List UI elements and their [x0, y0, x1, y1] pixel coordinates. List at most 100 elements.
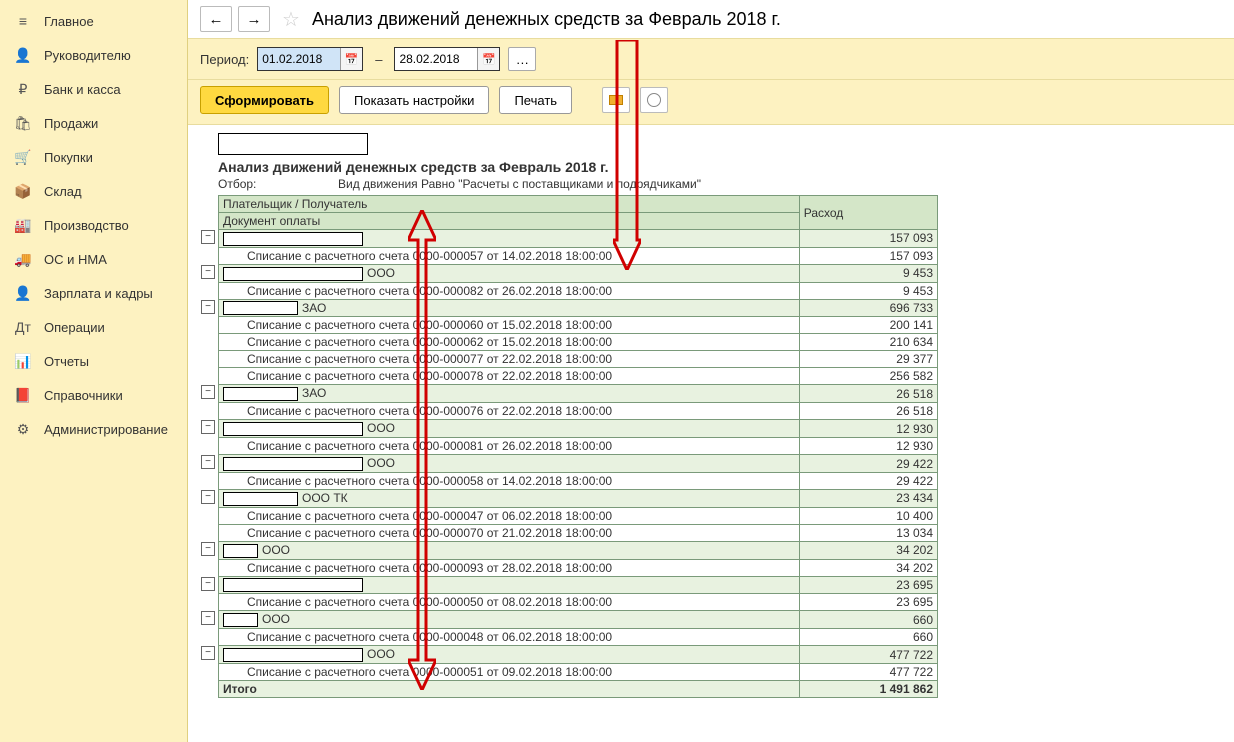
detail-row[interactable]: Списание с расчетного счета 0000-000060 … — [219, 317, 938, 334]
collapse-icon[interactable]: − — [201, 300, 215, 314]
group-row[interactable]: −ООО34 202 — [219, 541, 938, 559]
collapse-icon[interactable]: − — [201, 490, 215, 504]
form-button[interactable]: Сформировать — [200, 86, 329, 114]
sidebar-item-12[interactable]: ⚙Администрирование — [0, 412, 187, 446]
collapse-icon[interactable]: − — [201, 420, 215, 434]
detail-row[interactable]: Списание с расчетного счета 0000-000070 … — [219, 524, 938, 541]
detail-row[interactable]: Списание с расчетного счета 0000-000051 … — [219, 664, 938, 681]
detail-row[interactable]: Списание с расчетного счета 0000-000082 … — [219, 282, 938, 299]
sidebar-item-10[interactable]: 📊Отчеты — [0, 344, 187, 378]
group-row[interactable]: −ООО12 930 — [219, 420, 938, 438]
period-select-button[interactable]: … — [508, 47, 536, 71]
collapse-icon[interactable]: − — [201, 385, 215, 399]
val-cell: 660 — [799, 629, 937, 646]
group-row[interactable]: −ЗАО26 518 — [219, 385, 938, 403]
detail-row[interactable]: Списание с расчетного счета 0000-000058 … — [219, 472, 938, 489]
redacted-box — [223, 544, 258, 558]
collapse-icon[interactable]: − — [201, 542, 215, 556]
collapse-icon[interactable]: − — [201, 455, 215, 469]
group-row[interactable]: −ООО29 422 — [219, 455, 938, 473]
group-sum: 23 434 — [799, 489, 937, 507]
detail-row[interactable]: Списание с расчетного счета 0000-000078 … — [219, 368, 938, 385]
val-cell: 9 453 — [799, 282, 937, 299]
detail-row[interactable]: Списание с расчетного счета 0000-000062 … — [219, 334, 938, 351]
sidebar-item-2[interactable]: ₽Банк и касса — [0, 72, 187, 106]
detail-row[interactable]: Списание с расчетного счета 0000-000076 … — [219, 403, 938, 420]
sidebar-item-5[interactable]: 📦Склад — [0, 174, 187, 208]
collapse-icon[interactable]: − — [201, 230, 215, 244]
date-from-picker[interactable]: 📅 — [340, 48, 362, 70]
sidebar-label: Операции — [44, 320, 105, 335]
group-row[interactable]: −157 093 — [219, 230, 938, 248]
date-from-input[interactable] — [258, 48, 340, 70]
date-to-picker[interactable]: 📅 — [477, 48, 499, 70]
detail-row[interactable]: Списание с расчетного счета 0000-000047 … — [219, 507, 938, 524]
collapse-icon[interactable]: − — [201, 577, 215, 591]
total-value: 1 491 862 — [799, 681, 937, 698]
group-row[interactable]: −ООО660 — [219, 611, 938, 629]
group-row[interactable]: −ООО477 722 — [219, 646, 938, 664]
collapse-icon[interactable]: − — [201, 646, 215, 660]
page-title: Анализ движений денежных средств за Февр… — [312, 9, 781, 30]
collapse-icon[interactable]: − — [201, 611, 215, 625]
sidebar-label: Отчеты — [44, 354, 89, 369]
sidebar-icon: 📕 — [14, 387, 32, 403]
doc-cell: Списание с расчетного счета 0000-000093 … — [219, 559, 800, 576]
report-table: Плательщик / Получатель Расход Документ … — [218, 195, 938, 698]
detail-row[interactable]: Списание с расчетного счета 0000-000048 … — [219, 629, 938, 646]
sidebar-icon: 🚚 — [14, 251, 32, 267]
group-sum: 12 930 — [799, 420, 937, 438]
doc-cell: Списание с расчетного счета 0000-000047 … — [219, 507, 800, 524]
detail-row[interactable]: Списание с расчетного счета 0000-000050 … — [219, 594, 938, 611]
report-title: Анализ движений денежных средств за Февр… — [218, 159, 1222, 175]
sidebar-item-4[interactable]: 🛒 Покупки — [0, 140, 187, 174]
val-cell: 477 722 — [799, 664, 937, 681]
schedule-icon-button[interactable] — [640, 87, 668, 113]
sidebar-item-0[interactable]: ≡Главное — [0, 4, 187, 38]
detail-row[interactable]: Списание с расчетного счета 0000-000081 … — [219, 438, 938, 455]
sidebar-item-6[interactable]: 🏭Производство — [0, 208, 187, 242]
sidebar-item-8[interactable]: 👤Зарплата и кадры — [0, 276, 187, 310]
val-cell: 10 400 — [799, 507, 937, 524]
sidebar-label: Продажи — [44, 116, 98, 131]
report-area: Анализ движений денежных средств за Февр… — [188, 125, 1234, 706]
date-to-input[interactable] — [395, 48, 477, 70]
star-icon[interactable]: ☆ — [282, 7, 300, 32]
detail-row[interactable]: Списание с расчетного счета 0000-000093 … — [219, 559, 938, 576]
print-button[interactable]: Печать — [499, 86, 572, 114]
group-row[interactable]: −ООО ТК23 434 — [219, 489, 938, 507]
sidebar-item-9[interactable]: Дт Операции — [0, 310, 187, 344]
doc-cell: Списание с расчетного счета 0000-000048 … — [219, 629, 800, 646]
sidebar-item-7[interactable]: 🚚ОС и НМА — [0, 242, 187, 276]
detail-row[interactable]: Списание с расчетного счета 0000-000057 … — [219, 247, 938, 264]
doc-cell: Списание с расчетного счета 0000-000057 … — [219, 247, 800, 264]
period-label: Период: — [200, 52, 249, 67]
sidebar-label: Руководителю — [44, 48, 131, 63]
group-row[interactable]: −23 695 — [219, 576, 938, 594]
group-name: ООО — [367, 456, 395, 470]
group-row[interactable]: −ЗАО696 733 — [219, 299, 938, 317]
top-row: ← → ☆ Анализ движений денежных средств з… — [188, 0, 1234, 38]
forward-button[interactable]: → — [238, 6, 270, 32]
group-name: ООО — [367, 647, 395, 661]
sidebar-item-1[interactable]: 👤Руководителю — [0, 38, 187, 72]
val-cell: 200 141 — [799, 317, 937, 334]
group-sum: 26 518 — [799, 385, 937, 403]
redacted-box — [223, 648, 363, 662]
show-settings-button[interactable]: Показать настройки — [339, 86, 489, 114]
sidebar-icon: 🏭 — [14, 217, 32, 233]
mail-icon-button[interactable] — [602, 87, 630, 113]
sidebar-icon: ≡ — [14, 13, 32, 29]
val-cell: 12 930 — [799, 438, 937, 455]
back-button[interactable]: ← — [200, 6, 232, 32]
sidebar-icon: 🛒 — [14, 149, 32, 165]
sidebar-icon: Дт — [14, 319, 32, 335]
group-row[interactable]: −ООО9 453 — [219, 264, 938, 282]
collapse-icon[interactable]: − — [201, 265, 215, 279]
doc-cell: Списание с расчетного счета 0000-000062 … — [219, 334, 800, 351]
sidebar-label: Банк и касса — [44, 82, 121, 97]
detail-row[interactable]: Списание с расчетного счета 0000-000077 … — [219, 351, 938, 368]
sidebar-label: Покупки — [44, 150, 93, 165]
sidebar-item-3[interactable]: 🛍Продажи — [0, 106, 187, 140]
sidebar-item-11[interactable]: 📕Справочники — [0, 378, 187, 412]
